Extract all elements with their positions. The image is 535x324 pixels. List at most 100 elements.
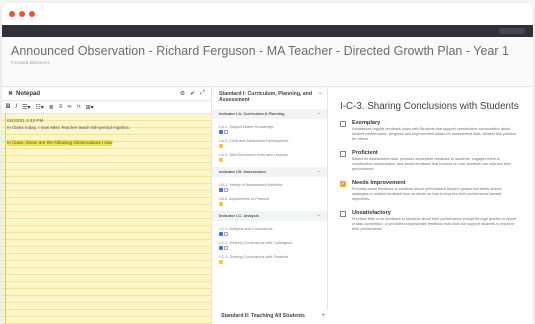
status-badge xyxy=(219,202,223,206)
element-name: I-C-3. Sharing Conclusions with Students xyxy=(219,255,289,259)
numbered-list-icon[interactable]: ☷▾ xyxy=(35,104,43,111)
expand-icon[interactable]: ⤢ xyxy=(200,90,205,97)
maximize-window-dot[interactable] xyxy=(29,11,35,17)
standard-2-header[interactable]: Standard II: Teaching All Students + xyxy=(214,309,330,324)
indicator-header[interactable]: Indicator I-C: Analysis − xyxy=(212,211,327,221)
close-window-dot[interactable] xyxy=(9,11,15,17)
window-chrome xyxy=(2,3,533,25)
status-badge xyxy=(219,260,223,264)
notepad-header: ✖ Notepad ⚙ ✔ ⤢ xyxy=(2,87,211,101)
page-header: Announced Observation - Richard Ferguson… xyxy=(2,37,533,87)
status-badge xyxy=(219,232,223,236)
align-center-icon[interactable]: ≡ xyxy=(59,104,63,110)
element-name: I-A-3. Well-Structured Units and Lessons xyxy=(219,153,288,157)
notepad-label: Notepad xyxy=(16,90,41,97)
notepad-text-area[interactable]: 02/23/21 2:43 PM In Class today, I saw M… xyxy=(2,114,211,324)
rubric-option-description: Provides some feedback to students about… xyxy=(352,187,502,201)
app-top-bar xyxy=(2,25,533,37)
italic-button[interactable]: I xyxy=(15,104,17,110)
element-badges xyxy=(219,130,320,134)
indicator-title: Indicator I-C: Analysis xyxy=(219,214,259,218)
status-badge xyxy=(219,144,223,148)
notepad-panel: ✖ Notepad ⚙ ✔ ⤢ B I ☰▾ ☷▾ ≣ ≡ ∞ ‹› ⊞▾ 02… xyxy=(2,87,212,324)
note-line: In Class today, I saw Miss Teacher teach… xyxy=(7,125,130,130)
collapse-icon[interactable]: − xyxy=(318,170,320,174)
editor-toolbar: B I ☰▾ ☷▾ ≣ ≡ ∞ ‹› ⊞▾ xyxy=(2,101,211,114)
standard-2-title: Standard II: Teaching All Students xyxy=(221,313,305,319)
rubric-checkbox[interactable]: ✓ xyxy=(340,181,346,187)
element-name: I-C-1. Analysis and Conclusions xyxy=(219,227,273,231)
rubric-option-description: Based on assessment data, provides descr… xyxy=(352,157,512,171)
indicator-header[interactable]: Indicator I-B: Assessment − xyxy=(212,167,327,177)
rubric-option[interactable]: Unsatisfactory Provides little or no feed… xyxy=(340,210,519,232)
highlighted-note: In Class, these are the following Observ… xyxy=(7,140,113,146)
comment-icon xyxy=(224,232,228,236)
rubric-option[interactable]: ✓ Needs Improvement Provides some feedback… xyxy=(340,180,519,202)
element-badges xyxy=(219,188,320,192)
rubric-option-label: Proficient xyxy=(352,150,378,156)
page-title: Announced Observation - Richard Ferguson… xyxy=(11,44,509,58)
rubric-option-label: Unsatisfactory xyxy=(352,210,391,216)
rubric-option-description: Provides little or no feedback to studen… xyxy=(352,217,516,231)
gear-icon[interactable]: ⚙ xyxy=(180,90,185,97)
collapse-icon[interactable]: − xyxy=(318,214,320,218)
element-item[interactable]: I-C-2. Sharing Conclusions with Colleagu… xyxy=(212,238,327,252)
element-item[interactable]: I-C-1. Analysis and Conclusions xyxy=(212,224,327,238)
element-badges xyxy=(219,202,320,206)
align-left-icon[interactable]: ≣ xyxy=(49,104,54,111)
comment-icon xyxy=(224,188,228,192)
bullet-list-icon[interactable]: ☰▾ xyxy=(22,104,30,111)
rubric-option[interactable]: Exemplary Establishes regular feedback lo… xyxy=(340,120,519,142)
status-badge xyxy=(219,188,223,192)
comment-icon xyxy=(224,130,228,134)
element-badges xyxy=(219,246,320,250)
element-name: I-A-1. Subject Matter Knowledge xyxy=(219,125,274,129)
indicator-title: Indicator I-B: Assessment xyxy=(219,170,266,174)
code-icon[interactable]: ‹› xyxy=(77,104,81,110)
rubric-option-label: Exemplary xyxy=(352,120,381,126)
rubric-checkbox[interactable] xyxy=(340,151,346,157)
rubric-option-label: Needs Improvement xyxy=(352,180,406,186)
element-name: I-C-2. Sharing Conclusions with Colleagu… xyxy=(219,241,293,245)
element-name: I-A-2. Child and Adolescent Development xyxy=(219,139,289,143)
element-badges xyxy=(219,232,320,236)
expand-plus-icon[interactable]: + xyxy=(321,313,325,319)
indicator-header[interactable]: Indicator I-A: Curriculum & Planning − xyxy=(212,109,327,119)
element-item[interactable]: I-A-3. Well-Structured Units and Lessons xyxy=(212,150,327,164)
app-window: Announced Observation - Richard Ferguson… xyxy=(2,3,533,324)
collapse-icon[interactable]: − xyxy=(318,112,320,116)
standard-1-header[interactable]: Standard I: Curriculum, Planning, and As… xyxy=(212,87,327,106)
element-name: I-B-1. Variety of Assessment Methods xyxy=(219,183,283,187)
element-item[interactable]: I-A-1. Subject Matter Knowledge xyxy=(212,122,327,136)
user-menu[interactable] xyxy=(499,28,525,34)
rubric-option[interactable]: Proficient Based on assessment data, prov… xyxy=(340,150,519,172)
status-badge xyxy=(219,130,223,134)
element-item[interactable]: I-B-1. Variety of Assessment Methods xyxy=(212,180,327,194)
link-icon[interactable]: ∞ xyxy=(67,104,71,110)
bold-button[interactable]: B xyxy=(6,104,10,110)
page-subtitle: Focused Element 6 xyxy=(11,60,50,65)
element-item[interactable]: I-B-2. Adjustments to Practice xyxy=(212,194,327,208)
standards-panel: Standard I: Curriculum, Planning, and As… xyxy=(212,87,328,324)
comment-icon xyxy=(224,246,228,250)
element-badges xyxy=(219,260,320,264)
standard-1-title: Standard I: Curriculum, Planning, and As… xyxy=(219,91,313,103)
close-icon[interactable]: ✖ xyxy=(8,90,13,97)
indicator-title: Indicator I-A: Curriculum & Planning xyxy=(219,112,285,116)
status-badge xyxy=(219,158,223,162)
note-timestamp: 02/23/21 2:43 PM xyxy=(7,118,44,123)
rubric-panel: I-C-3. Sharing Conclusions with Students… xyxy=(328,87,533,324)
element-item[interactable]: I-C-3. Sharing Conclusions with Students xyxy=(212,252,327,266)
rubric-checkbox[interactable] xyxy=(340,211,346,217)
status-badge xyxy=(219,246,223,250)
minimize-window-dot[interactable] xyxy=(19,11,25,17)
element-item[interactable]: I-A-2. Child and Adolescent Development xyxy=(212,136,327,150)
table-icon[interactable]: ⊞▾ xyxy=(86,104,94,111)
check-icon[interactable]: ✔ xyxy=(190,90,195,97)
rubric-checkbox[interactable] xyxy=(340,121,346,127)
element-name: I-B-2. Adjustments to Practice xyxy=(219,197,270,201)
rubric-heading: I-C-3. Sharing Conclusions with Students xyxy=(340,101,519,112)
element-badges xyxy=(219,158,320,162)
collapse-icon[interactable]: − xyxy=(318,91,322,97)
rubric-option-description: Establishes regular feedback loops with … xyxy=(352,127,517,141)
